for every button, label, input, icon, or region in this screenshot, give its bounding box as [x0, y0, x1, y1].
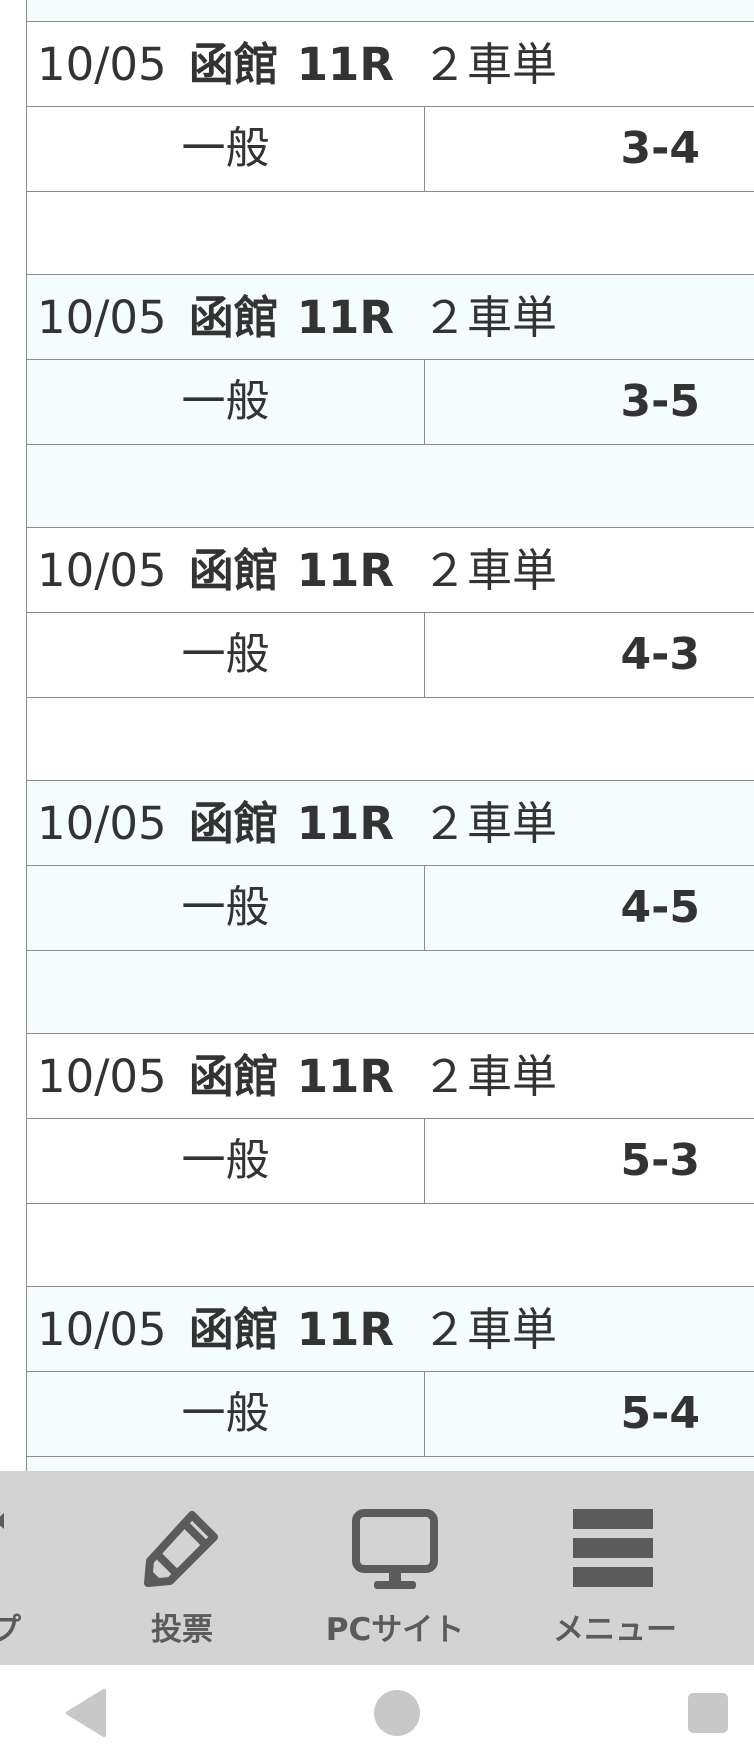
bet-card: 10/05 函館 11R ２車単 一般 4-5: [27, 781, 754, 1034]
card-spacer: [27, 445, 754, 527]
race-date: 10/05: [37, 1050, 167, 1103]
recents-square-icon[interactable]: [686, 1691, 730, 1735]
monitor-icon: [352, 1509, 438, 1589]
page: 10/05 函館 11R ２車単 一般 3-4 10/05 函館 11R ２車単 一般 3-…: [0, 0, 754, 1759]
race-venue: 函館: [188, 291, 279, 344]
system-navigation-bar: [0, 1665, 754, 1759]
hamburger-menu-icon: [573, 1509, 653, 1587]
bet-list[interactable]: 10/05 函館 11R ２車単 一般 3-4 10/05 函館 11R ２車単 一般 3-…: [27, 0, 754, 1471]
nav-item-pc-site[interactable]: PCサイト: [310, 1471, 480, 1665]
race-number: 11R: [296, 291, 394, 344]
race-venue: 函館: [188, 544, 279, 597]
card-spacer: [27, 192, 754, 274]
race-date: 10/05: [37, 1303, 167, 1356]
ticket-combination: 4-3: [620, 629, 701, 680]
ticket-type: 一般: [27, 613, 425, 697]
ticket-row: 一般 5-4: [27, 1372, 754, 1457]
ticket-combination: 3-4: [620, 123, 701, 174]
race-number: 11R: [296, 797, 394, 850]
race-date: 10/05: [37, 38, 167, 91]
race-date: 10/05: [37, 291, 167, 344]
ticket-type: 一般: [27, 866, 425, 950]
bet-type: ２車単: [421, 544, 557, 597]
partial-icon: [0, 1513, 4, 1529]
bet-card: 10/05 函館 11R ２車単 一般 5-4: [27, 1287, 754, 1471]
race-number: 11R: [296, 1303, 394, 1356]
ticket-row: 一般 4-3: [27, 613, 754, 698]
race-number: 11R: [296, 544, 394, 597]
back-triangle-icon[interactable]: [64, 1689, 108, 1737]
ticket-row: 一般 3-4: [27, 107, 754, 192]
ticket-type: 一般: [27, 360, 425, 444]
race-number: 11R: [296, 1050, 394, 1103]
ticket-combination: 4-5: [620, 882, 701, 933]
nav-item-menu[interactable]: メニュー: [535, 1471, 695, 1665]
race-venue: 函館: [188, 1050, 279, 1103]
ticket-type: 一般: [27, 1119, 425, 1203]
bet-card: 10/05 函館 11R ２車単 一般 4-3: [27, 528, 754, 781]
ticket-row: 一般 4-5: [27, 866, 754, 951]
ticket-row: 一般 3-5: [27, 360, 754, 445]
bet-card: 10/05 函館 11R ２車単 一般 3-5: [27, 275, 754, 528]
nav-label-partial: プ: [0, 1612, 21, 1648]
nav-label-pc-site: PCサイト: [325, 1612, 465, 1648]
bet-card: 10/05 函館 11R ２車単 一般 3-4: [27, 22, 754, 275]
race-title: 10/05 函館 11R ２車単: [27, 781, 754, 866]
race-title: 10/05 函館 11R ２車単: [27, 275, 754, 360]
card-spacer: [27, 1204, 754, 1286]
nav-label-menu: メニュー: [553, 1612, 677, 1648]
ticket-type: 一般: [27, 107, 425, 191]
bottom-nav: プ 投票 PCサイト メニュー: [0, 1471, 754, 1665]
pencil-icon: [144, 1511, 218, 1587]
bet-type: ２車単: [421, 1303, 557, 1356]
race-title: 10/05 函館 11R ２車単: [27, 1034, 754, 1119]
race-title: 10/05 函館 11R ２車単: [27, 22, 754, 107]
card-spacer: [27, 698, 754, 780]
race-venue: 函館: [188, 797, 279, 850]
nav-label-vote: 投票: [151, 1612, 213, 1648]
race-date: 10/05: [37, 797, 167, 850]
race-title: 10/05 函館 11R ２車単: [27, 528, 754, 613]
ticket-combination: 5-4: [620, 1388, 701, 1439]
ticket-combination: 5-3: [620, 1135, 701, 1186]
previous-card-tail: [27, 0, 754, 22]
card-spacer: [27, 951, 754, 1033]
nav-item-partial[interactable]: プ: [0, 1471, 40, 1665]
home-circle-icon[interactable]: [373, 1689, 421, 1737]
ticket-row: 一般 5-3: [27, 1119, 754, 1204]
race-date: 10/05: [37, 544, 167, 597]
card-spacer: [27, 1457, 754, 1471]
ticket-type: 一般: [27, 1372, 425, 1456]
bet-type: ２車単: [421, 38, 557, 91]
bet-type: ２車単: [421, 291, 557, 344]
nav-item-vote[interactable]: 投票: [120, 1471, 244, 1665]
bet-card: 10/05 函館 11R ２車単 一般 5-3: [27, 1034, 754, 1287]
race-number: 11R: [296, 38, 394, 91]
ticket-combination: 3-5: [620, 376, 701, 427]
bet-type: ２車単: [421, 1050, 557, 1103]
race-venue: 函館: [188, 38, 279, 91]
race-title: 10/05 函館 11R ２車単: [27, 1287, 754, 1372]
bet-type: ２車単: [421, 797, 557, 850]
race-venue: 函館: [188, 1303, 279, 1356]
